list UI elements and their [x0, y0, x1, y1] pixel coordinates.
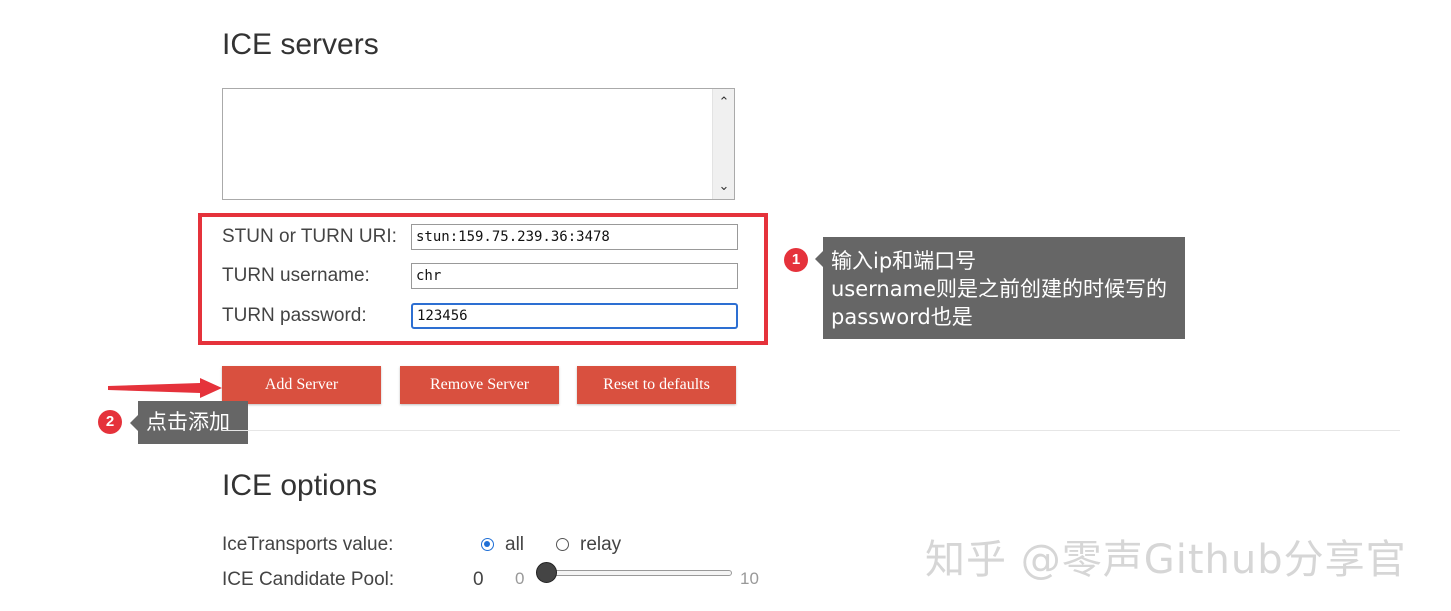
candidate-pool-value: 0: [473, 569, 484, 590]
uri-label: STUN or TURN URI:: [222, 226, 397, 247]
callout-2: 点击添加: [130, 401, 248, 444]
radio-all[interactable]: [481, 538, 494, 551]
servers-scrollbar[interactable]: ⌃ ⌄: [712, 89, 734, 199]
servers-listbox[interactable]: ⌃ ⌄: [222, 88, 735, 200]
scroll-down-icon[interactable]: ⌄: [713, 175, 735, 197]
candidate-pool-slider[interactable]: [546, 570, 732, 576]
radio-all-label[interactable]: all: [505, 534, 524, 556]
badge-1: 1: [784, 248, 808, 272]
ice-servers-heading: ICE servers: [222, 28, 379, 61]
password-label: TURN password:: [222, 305, 367, 326]
badge-2: 2: [98, 410, 122, 434]
candidate-pool-label: ICE Candidate Pool:: [222, 569, 395, 590]
radio-relay-label[interactable]: relay: [580, 534, 621, 556]
uri-input[interactable]: [411, 224, 738, 250]
callout-1-line1: 输入ip和端口号: [831, 249, 977, 273]
username-label: TURN username:: [222, 265, 370, 286]
callout-1: 输入ip和端口号 username则是之前创建的时候写的 password也是: [815, 237, 1185, 339]
add-server-button[interactable]: Add Server: [222, 366, 381, 404]
arrow-icon: [108, 378, 222, 398]
reset-defaults-button[interactable]: Reset to defaults: [577, 366, 736, 404]
callout-1-line3: password也是: [831, 305, 973, 329]
watermark: 知乎 @零声Github分享官: [925, 537, 1407, 583]
password-input[interactable]: [411, 303, 738, 329]
remove-server-button[interactable]: Remove Server: [400, 366, 559, 404]
scroll-up-icon[interactable]: ⌃: [713, 91, 735, 113]
radio-relay[interactable]: [556, 538, 569, 551]
ice-options-heading: ICE options: [222, 469, 378, 502]
section-divider: [222, 430, 1400, 431]
username-input[interactable]: [411, 263, 738, 289]
pool-min-label: 0: [515, 569, 525, 588]
pool-max-label: 10: [740, 569, 759, 588]
ice-transports-label: IceTransports value:: [222, 534, 394, 555]
callout-2-text: 点击添加: [146, 410, 230, 434]
callout-1-line2: username则是之前创建的时候写的: [831, 277, 1167, 301]
slider-thumb[interactable]: [536, 562, 557, 583]
